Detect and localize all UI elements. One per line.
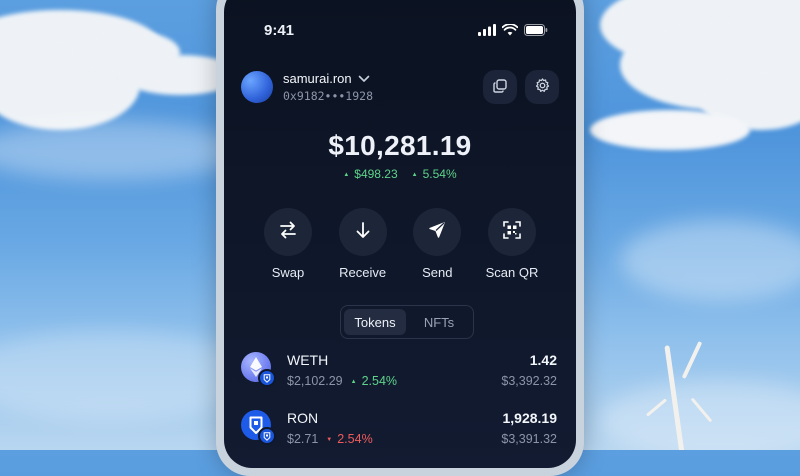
settings-gear-icon bbox=[535, 77, 550, 97]
scan-qr-button[interactable]: Scan QR bbox=[476, 208, 548, 280]
token-value: $3,392.32 bbox=[501, 374, 557, 388]
receive-button[interactable]: Receive bbox=[327, 208, 399, 280]
signal-icon bbox=[478, 21, 496, 40]
send-icon bbox=[427, 220, 447, 244]
asset-tabs: Tokens NFTs bbox=[340, 305, 474, 339]
token-price: $2,102.29 bbox=[287, 374, 343, 388]
token-symbol: WETH bbox=[287, 352, 329, 368]
scan-qr-label: Scan QR bbox=[485, 265, 539, 280]
balance-section: $10,281.19 $498.23 5.54% bbox=[224, 130, 576, 181]
tab-nfts[interactable]: NFTs bbox=[408, 309, 470, 335]
token-list: WETH $2,102.29 2.54% 1.42 $3,392.32 bbox=[241, 352, 557, 468]
token-change: 2.54% bbox=[326, 432, 372, 446]
status-time: 9:41 bbox=[264, 21, 295, 39]
token-value: $3,391.32 bbox=[501, 432, 557, 446]
arrow-down-icon bbox=[353, 220, 373, 244]
token-change: 2.54% bbox=[351, 374, 397, 388]
chevron-down-icon[interactable] bbox=[358, 71, 370, 86]
send-button[interactable]: Send bbox=[401, 208, 473, 280]
total-balance: $10,281.19 bbox=[328, 130, 472, 161]
weth-token-icon bbox=[241, 352, 276, 387]
send-label: Send bbox=[422, 265, 453, 280]
settings-button[interactable] bbox=[525, 70, 559, 104]
account-switcher[interactable]: samurai.ron 0x9182•••1928 bbox=[283, 71, 373, 103]
receive-label: Receive bbox=[339, 265, 387, 280]
token-row-weth[interactable]: WETH $2,102.29 2.54% 1.42 $3,392.32 bbox=[241, 352, 557, 410]
swap-label: Swap bbox=[271, 265, 305, 280]
ronin-network-badge-icon bbox=[258, 427, 276, 445]
tab-tokens[interactable]: Tokens bbox=[344, 309, 406, 335]
copy-address-button[interactable] bbox=[483, 70, 517, 104]
wallet-screen: 9:41 samurai.ron 0x9182•••1928 $10,281.1… bbox=[224, 0, 576, 468]
balance-change-amount: $498.23 bbox=[343, 167, 397, 181]
account-address: 0x9182•••1928 bbox=[283, 89, 374, 103]
status-bar: 9:41 bbox=[264, 20, 548, 40]
swap-button[interactable]: Swap bbox=[252, 208, 324, 280]
battery-icon bbox=[524, 21, 548, 40]
account-name: samurai.ron bbox=[283, 71, 352, 86]
quick-actions: Swap Receive Send Scan QR bbox=[252, 208, 548, 280]
swap-arrows-icon bbox=[278, 220, 298, 244]
token-symbol: RON bbox=[287, 410, 319, 426]
token-price: $2.71 bbox=[287, 432, 319, 446]
token-row-ron[interactable]: RON $2.71 2.54% 1,928.19 $3,391.32 bbox=[241, 410, 557, 468]
ronin-network-badge-icon bbox=[258, 369, 276, 387]
account-header: samurai.ron 0x9182•••1928 bbox=[241, 70, 559, 104]
copy-icon bbox=[493, 78, 507, 97]
wifi-icon bbox=[501, 21, 519, 40]
scan-qr-icon bbox=[502, 220, 522, 244]
token-amount: 1.42 bbox=[529, 352, 557, 368]
avatar[interactable] bbox=[241, 71, 273, 103]
token-amount: 1,928.19 bbox=[502, 410, 558, 426]
balance-change-percent: 5.54% bbox=[412, 167, 457, 181]
ron-token-icon bbox=[241, 410, 276, 445]
phone-frame: 9:41 samurai.ron 0x9182•••1928 $10,281.1… bbox=[216, 0, 584, 476]
